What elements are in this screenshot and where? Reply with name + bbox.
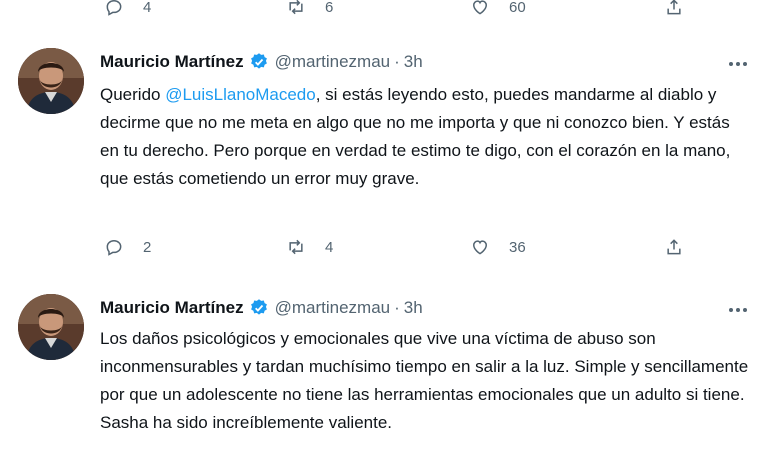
more-options-button[interactable] bbox=[722, 300, 754, 320]
share-icon bbox=[667, 0, 681, 15]
separator-dot: · bbox=[394, 298, 400, 317]
more-options-dot bbox=[743, 308, 747, 312]
more-options-dot bbox=[736, 308, 740, 312]
avatar[interactable] bbox=[18, 294, 84, 360]
reply-button[interactable]: 4 bbox=[104, 0, 151, 17]
mention-link[interactable]: @LuisLlanoMacedo bbox=[165, 85, 316, 104]
verified-badge-icon bbox=[250, 299, 267, 315]
avatar[interactable] bbox=[18, 48, 84, 114]
author-handle[interactable]: @martinezmau bbox=[275, 52, 391, 72]
more-options-dot bbox=[743, 62, 747, 66]
tweet-text: Los daños psicológicos y emocionales que… bbox=[100, 329, 749, 432]
author-name[interactable]: Mauricio Martínez bbox=[100, 52, 244, 72]
separator-dot: · bbox=[394, 52, 400, 71]
tweet[interactable]: Mauricio Martínez @martinezmau · 3h Quer… bbox=[0, 48, 768, 293]
tweet-header: Mauricio Martínez @martinezmau · 3h bbox=[100, 296, 423, 320]
author-name[interactable]: Mauricio Martínez bbox=[100, 298, 244, 318]
retweet-icon bbox=[289, 0, 303, 15]
heart-icon bbox=[472, 0, 488, 15]
reply-icon bbox=[106, 239, 122, 256]
author-handle[interactable]: @martinezmau bbox=[275, 298, 391, 318]
share-button[interactable] bbox=[664, 0, 684, 17]
share-icon bbox=[667, 239, 681, 255]
retweet-button[interactable]: 4 bbox=[286, 237, 333, 257]
retweet-count: 4 bbox=[325, 238, 334, 256]
share-button[interactable] bbox=[664, 237, 684, 257]
reply-button[interactable]: 2 bbox=[104, 237, 151, 257]
like-count: 36 bbox=[509, 238, 526, 256]
more-options-dot bbox=[736, 62, 740, 66]
tweet[interactable]: Mauricio Martínez @martinezmau · 3h Los … bbox=[0, 294, 768, 470]
more-options-icon bbox=[729, 308, 733, 312]
more-options-icon bbox=[729, 62, 733, 66]
previous-tweet-actions: 4 6 60 bbox=[0, 0, 768, 27]
like-count: 60 bbox=[509, 0, 526, 16]
reply-icon bbox=[106, 0, 122, 16]
reply-count: 2 bbox=[143, 238, 152, 256]
reply-count: 4 bbox=[143, 0, 152, 16]
tweet-text-start: Querido bbox=[100, 85, 166, 104]
retweet-count: 6 bbox=[325, 0, 334, 16]
more-options-button[interactable] bbox=[722, 54, 754, 74]
like-button[interactable]: 60 bbox=[470, 0, 526, 17]
retweet-button[interactable]: 6 bbox=[286, 0, 333, 17]
retweet-icon bbox=[289, 239, 303, 255]
tweet-text: Querido @LuisLlanoMacedo, si estás leyen… bbox=[100, 81, 750, 193]
tweet-timestamp[interactable]: 3h bbox=[404, 298, 423, 318]
tweet-header: Mauricio Martínez @martinezmau · 3h bbox=[100, 50, 423, 74]
heart-icon bbox=[472, 240, 488, 255]
like-button[interactable]: 36 bbox=[470, 237, 526, 257]
tweet-timestamp[interactable]: 3h bbox=[404, 52, 423, 72]
verified-badge-icon bbox=[250, 53, 267, 69]
